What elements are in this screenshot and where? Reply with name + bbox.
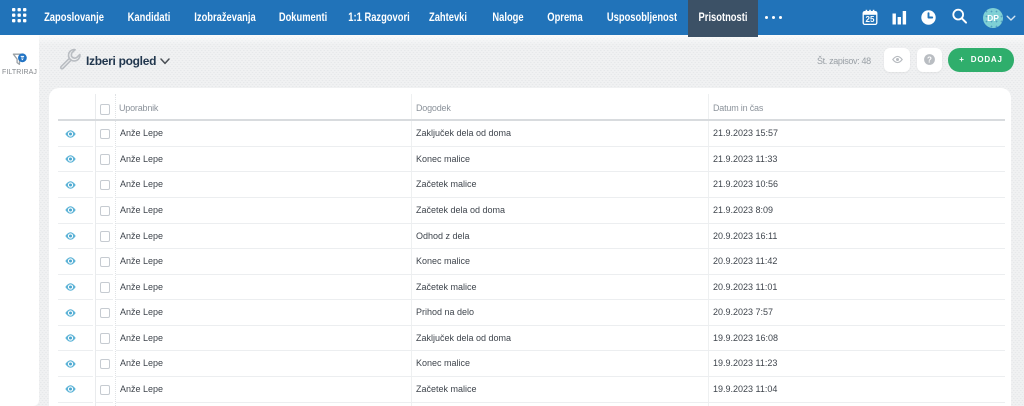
svg-text:?: ?	[927, 56, 932, 65]
svg-text:25: 25	[866, 15, 875, 24]
